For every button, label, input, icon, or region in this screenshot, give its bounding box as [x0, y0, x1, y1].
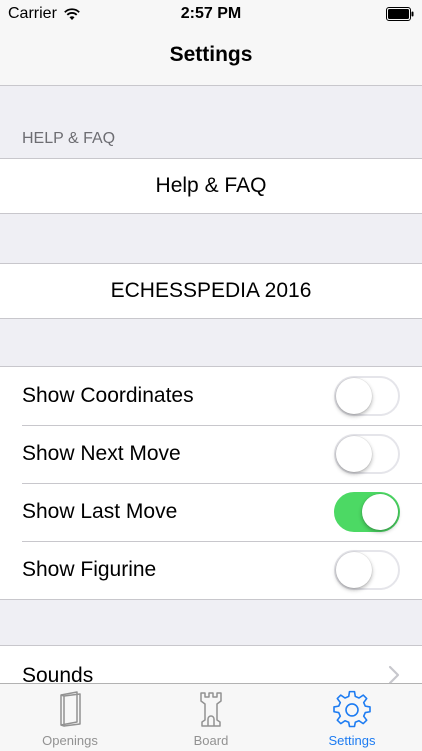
help-faq-label: Help & FAQ: [155, 174, 267, 197]
about-cell[interactable]: ECHESSPEDIA 2016: [0, 263, 422, 319]
toggle-row-figurine: Show Figurine: [0, 541, 422, 599]
battery-icon: [386, 7, 414, 21]
toggle-label: Show Coordinates: [22, 384, 194, 407]
tab-bar: Openings Board Settings: [0, 683, 422, 751]
tab-openings[interactable]: Openings: [0, 684, 140, 751]
switch-knob: [336, 552, 372, 588]
tab-board[interactable]: Board: [141, 684, 281, 751]
tab-settings[interactable]: Settings: [282, 684, 422, 751]
status-time: 2:57 PM: [180, 5, 242, 22]
toggle-row-next-move: Show Next Move: [0, 425, 422, 483]
switch-knob: [336, 378, 372, 414]
toggle-label: Show Figurine: [22, 558, 157, 581]
section-header-help: HELP & FAQ: [22, 130, 116, 147]
tab-label: Board: [193, 733, 229, 748]
toggle-row-coordinates: Show Coordinates: [0, 367, 422, 425]
status-bar: Carrier 2:57 PM: [0, 0, 422, 28]
tab-label: Openings: [42, 733, 98, 748]
switch-knob: [336, 436, 372, 472]
toggle-label: Show Next Move: [22, 442, 181, 465]
figurine-switch[interactable]: [334, 550, 400, 590]
about-label: ECHESSPEDIA 2016: [110, 279, 312, 302]
next-move-switch[interactable]: [334, 434, 400, 474]
page-title: Settings: [169, 43, 253, 66]
help-faq-cell[interactable]: Help & FAQ: [0, 158, 422, 214]
navigation-bar: Settings: [0, 28, 422, 86]
last-move-switch[interactable]: [334, 492, 400, 532]
toggle-group: Show Coordinates Show Next Move Show Las…: [0, 366, 422, 600]
coordinates-switch[interactable]: [334, 376, 400, 416]
toggle-label: Show Last Move: [22, 500, 178, 523]
toggle-row-last-move: Show Last Move: [0, 483, 422, 541]
gear-icon: [333, 690, 371, 728]
book-icon: [60, 691, 81, 727]
rook-icon: [200, 692, 222, 727]
chevron-right-icon: [388, 665, 400, 685]
switch-knob: [362, 494, 398, 530]
tab-label: Settings: [328, 733, 376, 748]
